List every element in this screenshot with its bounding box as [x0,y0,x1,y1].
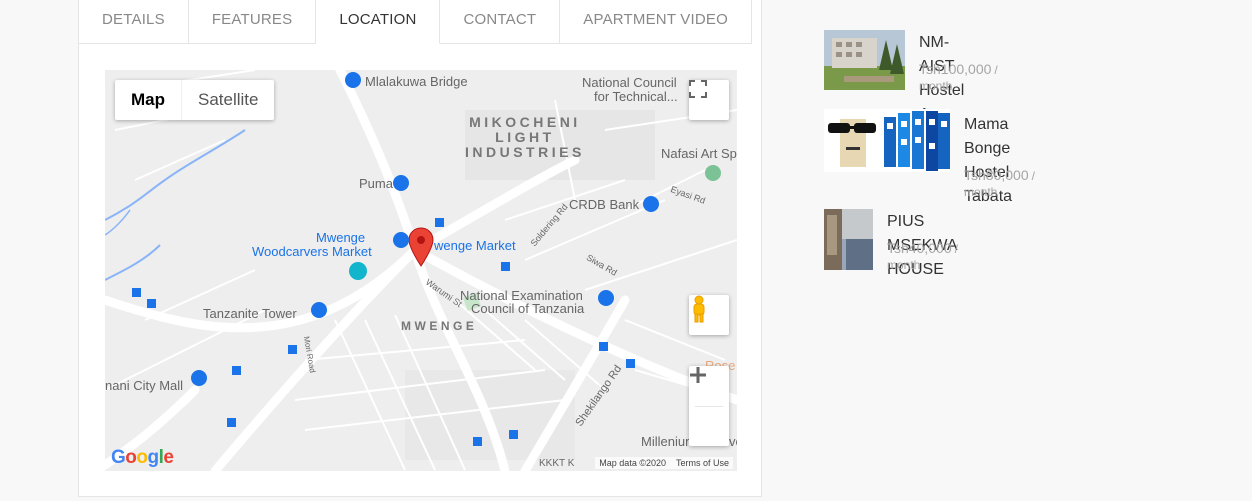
tab-location[interactable]: LOCATION [316,0,441,44]
map-area-mikocheni: MIKOCHENI LIGHT INDUSTRIES [465,115,585,160]
map-label-millenium: Millenium [641,434,696,449]
location-map[interactable]: Mlalakuwa Bridge National Council for Te… [105,70,737,471]
google-logo: Google [111,447,174,468]
listing-price-amount: Tsh40,000 [887,240,952,256]
zoom-out-button[interactable] [689,373,729,446]
fullscreen-button[interactable] [689,80,729,120]
map-area-mikocheni-3: INDUSTRIES [465,144,585,160]
map-type-satellite-button[interactable]: Satellite [181,80,274,120]
property-details-card: DETAILS FEATURES LOCATION CONTACT APARTM… [78,0,762,497]
map-area-mwenge: MWENGE [401,319,478,333]
listing-price: Tsh80,000/ month [964,167,1035,199]
map-label-kkkt: KKKT K [539,458,575,469]
listing-thumbnail[interactable] [824,109,950,172]
map-data-text: Map data ©2020 [599,458,666,468]
tab-contact[interactable]: CONTACT [440,0,561,44]
listing-price: Tsh100,000/ month [919,61,998,93]
map-label-nafasi: Nafasi Art Sp [661,146,737,161]
map-area-mikocheni-2: LIGHT [495,129,555,145]
listing-thumbnail[interactable] [824,209,873,270]
listing-price-amount: Tsh100,000 [919,61,992,77]
map-type-map-button[interactable]: Map [115,80,181,120]
map-canvas [105,70,737,471]
listing-thumbnail[interactable] [824,30,905,90]
fullscreen-icon [689,80,707,98]
zoom-control [689,366,729,446]
street-view-button[interactable] [689,295,729,335]
listing-price-amount: Tsh80,000 [964,167,1029,183]
map-label-national-council: National Council [582,75,677,90]
map-label-mlalakuwa: Mlalakuwa Bridge [365,74,468,89]
map-area-mikocheni-1: MIKOCHENI [469,114,581,130]
map-label-mwenge-market: wenge Market [434,238,516,253]
map-type-control: Map Satellite [115,80,275,120]
listing-price: Tsh40,000/ month [887,240,958,272]
tab-apartment-video[interactable]: APARTMENT VIDEO [560,0,752,44]
map-label-woodcarvers: Woodcarvers Market [252,244,372,259]
map-label-millenium-suffix: ve [729,434,737,449]
map-attribution: Map data ©2020 Terms of Use [595,457,733,469]
pegman-icon [693,295,705,323]
map-label-tanzanite: Tanzanite Tower [203,306,297,321]
tab-features[interactable]: FEATURES [188,0,317,44]
terms-of-use-link[interactable]: Terms of Use [676,458,729,468]
tab-bar: DETAILS FEATURES LOCATION CONTACT APARTM… [79,0,752,44]
map-label-national-council-2: for Technical... [594,89,678,104]
map-label-nani-city: nani City Mall [105,378,184,393]
map-label-crdb: CRDB Bank [569,197,640,212]
minus-icon [690,373,706,377]
tab-details[interactable]: DETAILS [79,0,189,44]
map-label-mwenge: Mwenge [316,230,366,245]
map-label-puma: Puma [359,176,393,191]
map-label-necta-2: Council of Tanzania [471,301,585,316]
